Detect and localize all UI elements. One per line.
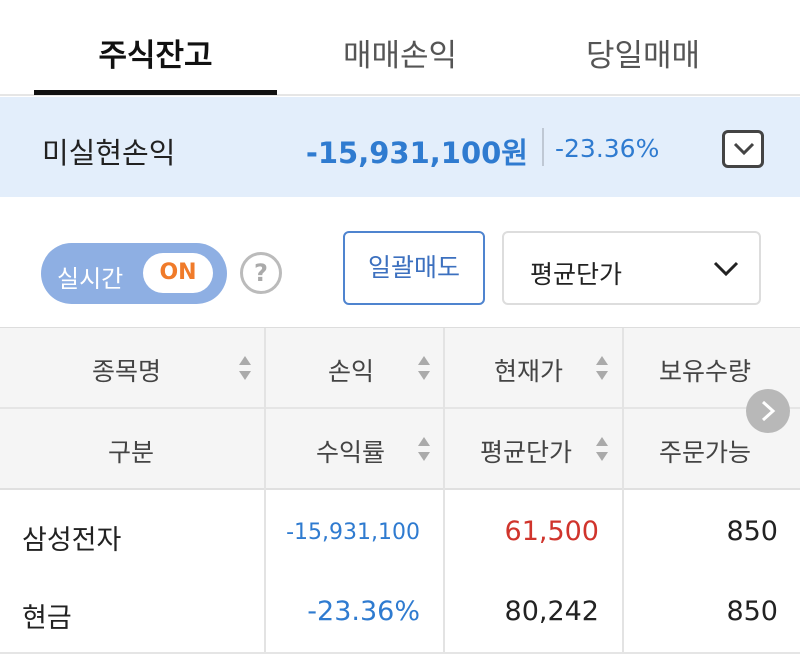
summary-amount: -15,931,100원 (305, 136, 528, 170)
summary-label: 미실현손익 (42, 136, 176, 170)
sort-icon (239, 356, 251, 380)
header-profit[interactable]: 손익 (266, 328, 443, 408)
column-divider (622, 328, 624, 652)
realtime-toggle[interactable]: 실시간 ON (41, 243, 227, 304)
unrealized-profit-summary: 미실현손익 -15,931,100원 -23.36% (0, 97, 800, 197)
sort-icon (596, 356, 608, 380)
expand-summary-button[interactable] (722, 130, 764, 168)
help-icon[interactable]: ? (240, 252, 282, 294)
header-profit-rate[interactable]: 수익률 (266, 409, 443, 489)
stock-name: 삼성전자 (22, 525, 122, 556)
realtime-label: 실시간 (57, 265, 124, 293)
tab-stock-balance[interactable]: 주식잔고 (34, 30, 277, 75)
sell-all-button[interactable]: 일괄매도 (343, 231, 485, 305)
chevron-down-icon (713, 261, 739, 277)
chevron-right-icon (761, 400, 776, 422)
header-avg-price[interactable]: 평균단가 (444, 409, 622, 489)
cash-avg-price: 80,242 (504, 596, 599, 627)
tab-bar: 주식잔고 매매손익 당일매매 (0, 0, 800, 96)
scroll-right-button[interactable] (746, 389, 790, 433)
stock-profit: -15,931,100 (286, 520, 420, 545)
column-divider (443, 328, 445, 652)
tab-trade-profit[interactable]: 매매손익 (300, 30, 500, 75)
sort-icon (418, 437, 430, 461)
table-bottom-border (0, 652, 800, 654)
summary-divider (542, 128, 544, 166)
cash-orderable: 850 (726, 596, 778, 627)
cash-label: 현금 (22, 603, 72, 634)
tab-today-trades[interactable]: 당일매매 (543, 30, 743, 75)
price-mode-select[interactable]: 평균단가 (502, 231, 761, 305)
stock-current-price: 61,500 (504, 516, 599, 547)
realtime-state-pill: ON (143, 253, 213, 293)
column-divider (264, 328, 266, 652)
active-tab-indicator (34, 90, 277, 95)
realtime-state: ON (159, 260, 197, 285)
sort-icon (418, 356, 430, 380)
header-category[interactable]: 구분 (0, 409, 265, 489)
cash-profit-rate: -23.36% (307, 596, 420, 627)
header-current-price[interactable]: 현재가 (444, 328, 622, 408)
holdings-table: 종목명 손익 현재가 보유수량 구분 수익률 평균단가 주문가능 삼성전자 -1… (0, 327, 800, 658)
price-mode-value: 평균단가 (530, 260, 623, 289)
summary-rate: -23.36% (555, 134, 660, 163)
chevron-down-icon (733, 142, 755, 156)
table-header: 종목명 손익 현재가 보유수량 구분 수익률 평균단가 주문가능 (0, 328, 800, 490)
sort-icon (596, 437, 608, 461)
header-stock-name[interactable]: 종목명 (0, 328, 265, 408)
stock-quantity: 850 (726, 516, 778, 547)
